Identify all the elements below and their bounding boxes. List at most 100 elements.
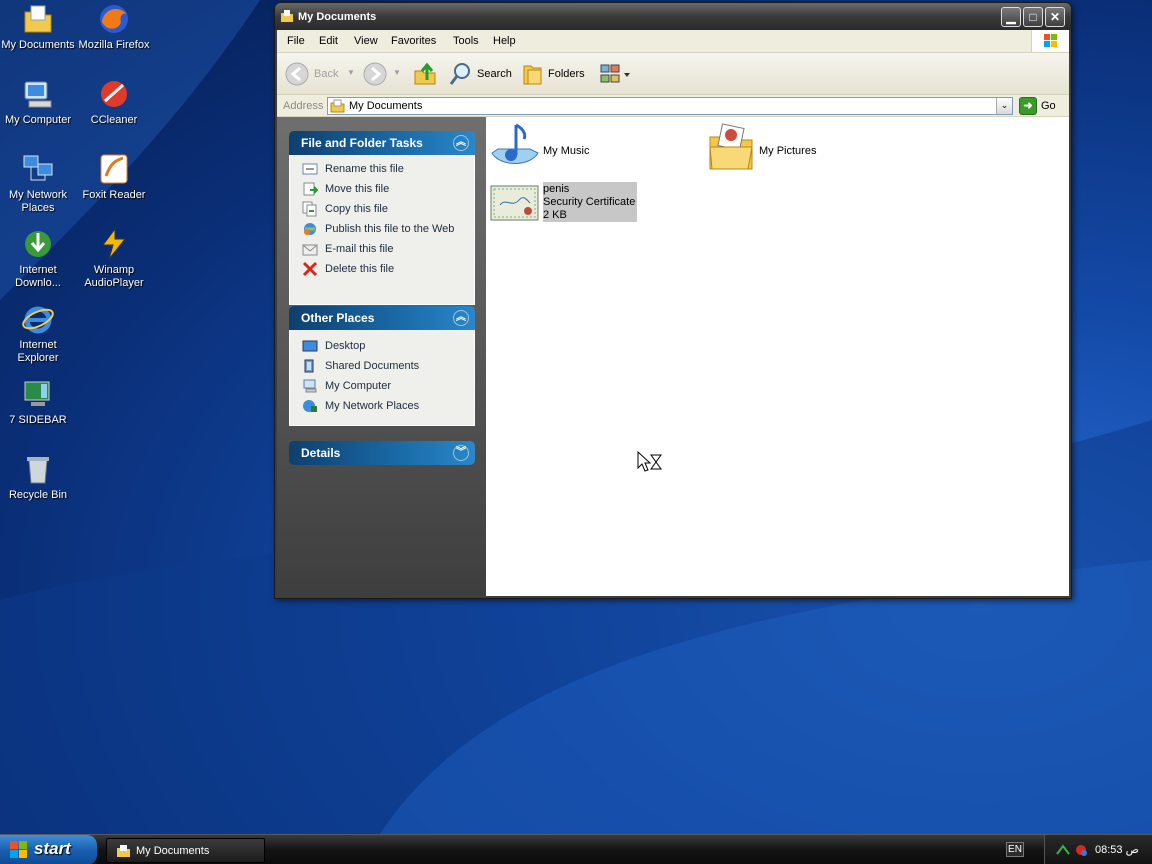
menu-bar: File Edit View Favorites Tools Help <box>277 30 1069 53</box>
tray-network-icon[interactable] <box>1055 842 1071 858</box>
network-places-icon <box>303 400 317 412</box>
chevron-up-icon[interactable]: ︽ <box>453 310 469 326</box>
close-button[interactable]: ✕ <box>1045 7 1065 27</box>
desktop-icon-internet-explorer[interactable]: Internet Explorer <box>0 302 76 365</box>
back-dropdown-icon[interactable]: ▼ <box>347 68 355 92</box>
chevron-up-icon[interactable]: ︽ <box>453 135 469 151</box>
my-computer-icon <box>24 81 52 108</box>
file-list-view[interactable]: My Music My Pictures penis Security Cert… <box>486 117 1069 596</box>
file-name: My Music <box>543 145 590 157</box>
forward-button[interactable] <box>363 62 391 86</box>
forward-dropdown-icon[interactable]: ▼ <box>393 68 401 92</box>
details-panel: Details ︾ <box>289 441 475 465</box>
folders-label: Folders <box>548 68 585 80</box>
address-bar: Address My Documents ⌄ ➜ Go <box>277 95 1069 117</box>
folder-my-music[interactable]: My Music <box>490 123 610 173</box>
desktop-icon-firefox[interactable]: Mozilla Firefox <box>76 2 152 52</box>
maximize-icon: □ <box>1029 10 1037 24</box>
desktop-icon-label: Internet Explorer <box>17 339 59 364</box>
copy-icon <box>302 201 317 217</box>
desktop-icon-internet-download[interactable]: Internet Downlo... <box>0 227 76 290</box>
busy-cursor-icon <box>637 451 662 472</box>
toolbar: Back ▼ ▼ Search Folders <box>277 53 1069 95</box>
desktop-icon-my-computer[interactable]: My Computer <box>0 77 76 127</box>
tray-app-icon[interactable] <box>1073 842 1089 858</box>
desktop-icon-label: Internet Downlo... <box>15 264 61 289</box>
up-folder-button[interactable] <box>413 62 437 86</box>
menu-favorites[interactable]: Favorites <box>391 35 436 47</box>
desktop-icon-label: My Network Places <box>8 189 68 214</box>
minimize-button[interactable]: ▁ <box>1001 7 1021 27</box>
start-label: start <box>34 839 71 858</box>
folders-button[interactable]: Folders <box>521 62 587 86</box>
close-icon: ✕ <box>1049 10 1061 24</box>
move-icon <box>303 182 318 196</box>
task-pane: File and Folder Tasks ︽ Rename this file… <box>277 117 486 596</box>
address-dropdown-button[interactable]: ⌄ <box>996 98 1012 114</box>
file-folder-tasks-header[interactable]: File and Folder Tasks ︽ <box>289 131 475 155</box>
start-button[interactable]: start <box>0 835 97 864</box>
desktop-icon-winamp[interactable]: Winamp AudioPlayer <box>76 227 152 290</box>
other-places-header[interactable]: Other Places ︽ <box>289 306 475 330</box>
desktop-icon-foxit-reader[interactable]: Foxit Reader <box>76 152 152 202</box>
windows-logo <box>1031 30 1069 52</box>
my-documents-icon <box>117 845 130 857</box>
my-pictures-folder-icon <box>709 123 753 170</box>
desktop-icon-label: Foxit Reader <box>82 189 146 201</box>
desktop-icon-ccleaner[interactable]: CCleaner <box>76 77 152 127</box>
panel-body: Rename this file Move this file Copy thi… <box>289 155 475 305</box>
other-places-panel: Other Places ︽ Desktop Shared Documents … <box>289 306 475 426</box>
windows-flag-icon <box>1044 34 1057 47</box>
desktop-icon-my-documents[interactable]: My Documents <box>0 2 76 52</box>
window-titlebar[interactable]: My Documents ▁ □ ✕ <box>275 3 1071 30</box>
delete-icon <box>302 261 318 277</box>
folder-my-pictures[interactable]: My Pictures <box>708 123 838 173</box>
taskbar: start My Documents EN 08:53 ص <box>0 834 1152 864</box>
internet-explorer-icon <box>22 306 54 334</box>
menu-view[interactable]: View <box>354 35 378 47</box>
publish-web-icon <box>304 223 316 235</box>
file-name: penis <box>543 183 570 195</box>
address-input[interactable]: My Documents ⌄ <box>327 97 1013 115</box>
panel-body: Desktop Shared Documents My Computer My … <box>289 330 475 426</box>
back-label: Back <box>314 68 339 80</box>
desktop-icon-7-sidebar[interactable]: 7 SIDEBAR <box>0 377 76 427</box>
panel-title: File and Folder Tasks <box>301 136 423 150</box>
panel-title: Details <box>301 446 341 460</box>
windows-flag-icon <box>10 841 27 858</box>
menu-file[interactable]: File <box>287 35 305 47</box>
details-header[interactable]: Details ︾ <box>289 441 475 465</box>
go-arrow-icon: ➜ <box>1019 97 1037 115</box>
desktop-icon-recycle-bin[interactable]: Recycle Bin <box>0 452 76 502</box>
taskbar-button-label: My Documents <box>136 845 210 857</box>
clock[interactable]: 08:53 ص <box>1095 843 1139 856</box>
desktop-icon-network-places[interactable]: My Network Places <box>0 152 76 215</box>
back-arrow-icon <box>285 62 309 86</box>
menu-help[interactable]: Help <box>493 35 516 47</box>
explorer-window: My Documents ▁ □ ✕ File Edit View Favori… <box>274 2 1072 599</box>
maximize-button[interactable]: □ <box>1023 7 1043 27</box>
forward-arrow-icon <box>363 62 387 86</box>
winamp-icon <box>102 227 127 260</box>
minimize-icon: ▁ <box>1006 10 1016 24</box>
recycle-bin-icon <box>27 457 49 484</box>
go-button[interactable]: ➜ Go <box>1017 97 1065 115</box>
file-certificate[interactable]: penis Security Certificate 2 KB <box>490 183 640 225</box>
chevron-down-icon: ⌄ <box>1000 100 1009 110</box>
go-label: Go <box>1041 100 1056 112</box>
menu-tools[interactable]: Tools <box>453 35 479 47</box>
language-indicator[interactable]: EN <box>1006 842 1024 857</box>
firefox-icon <box>100 5 128 33</box>
search-icon <box>449 63 470 85</box>
desktop-icon <box>302 340 318 352</box>
my-documents-icon <box>281 10 293 22</box>
menu-edit[interactable]: Edit <box>319 35 338 47</box>
chevron-down-icon[interactable]: ︾ <box>453 445 469 461</box>
desktop-icon-label: My Documents <box>1 39 75 51</box>
views-button[interactable] <box>599 62 633 86</box>
desktop-icon-label: Winamp AudioPlayer <box>84 264 144 289</box>
file-folder-tasks-panel: File and Folder Tasks ︽ Rename this file… <box>289 131 475 305</box>
search-button[interactable]: Search <box>449 62 513 86</box>
taskbar-button-my-documents[interactable]: My Documents <box>106 838 265 863</box>
back-button[interactable]: Back <box>285 62 343 86</box>
